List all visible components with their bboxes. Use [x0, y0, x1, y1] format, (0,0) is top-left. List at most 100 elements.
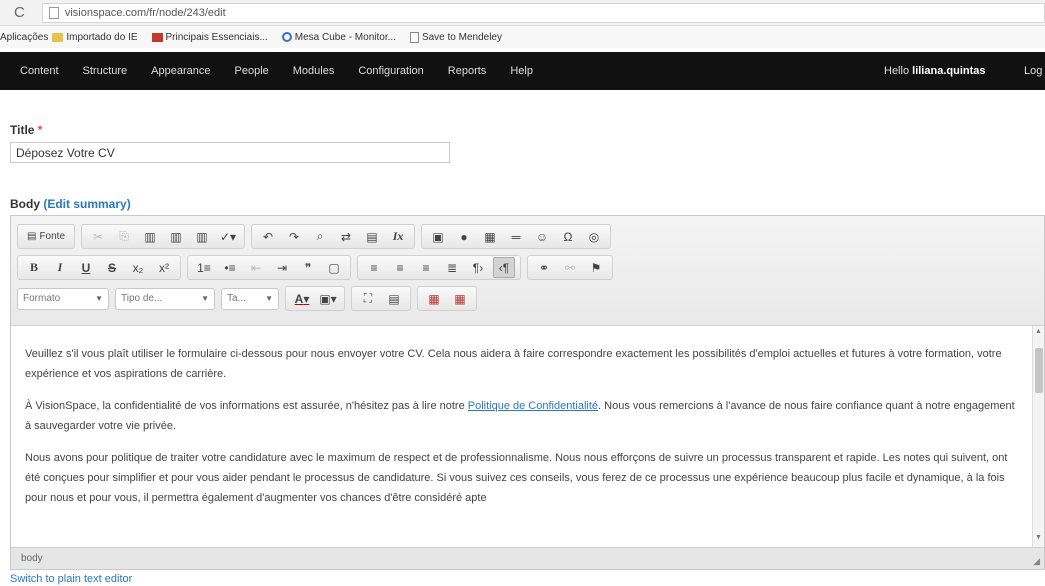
format-combo[interactable]: Formato ▼ [17, 287, 109, 310]
select-all-button[interactable]: ▤ [361, 226, 383, 247]
cut-button[interactable]: ✂ [87, 226, 109, 247]
globe-icon [281, 32, 292, 42]
hr-button[interactable]: ═ [505, 226, 527, 247]
url-input[interactable]: visionspace.com/fr/node/243/edit [41, 2, 1045, 23]
bold-button[interactable]: B [23, 257, 45, 278]
remove-format-button[interactable]: Ix [387, 226, 409, 247]
table-button[interactable]: ▦ [479, 226, 501, 247]
subscript-button[interactable]: x₂ [127, 257, 149, 278]
bookmark-mendeley[interactable]: Save to Mendeley [409, 31, 502, 43]
username-link[interactable]: liliana.quintas [912, 65, 985, 77]
content-paragraph-3: Nous avons pour politique de traiter vot… [25, 452, 1008, 504]
undo-button[interactable]: ↶ [257, 226, 279, 247]
rtl-button[interactable]: ‹¶ [493, 257, 515, 278]
privacy-policy-link[interactable]: Politique de Confidentialité [468, 400, 598, 412]
maximize-button[interactable]: ⛶ [357, 288, 379, 309]
toolbar-item-help[interactable]: Help [510, 65, 533, 77]
toolbar-item-configuration[interactable]: Configuration [358, 65, 423, 77]
rich-text-editor: ▤ Fonte ✂ ⎘ ▥ ▥ ▥ ✓▾ ↶ ↷ ⌕ ⇄ ▤ Ix ▣ ● ▦ … [10, 215, 1045, 570]
editor-toolbar: ▤ Fonte ✂ ⎘ ▥ ▥ ▥ ✓▾ ↶ ↷ ⌕ ⇄ ▤ Ix ▣ ● ▦ … [11, 216, 1044, 326]
title-label-text: Title [10, 123, 35, 137]
text-color-button[interactable]: A ▾ [291, 288, 313, 309]
align-left-button[interactable]: ≡ [363, 257, 385, 278]
size-combo[interactable]: Ta... ▼ [221, 287, 279, 310]
logout-link[interactable]: Log [1024, 65, 1042, 77]
smiley-button[interactable]: ☺ [531, 226, 553, 247]
bookmark-imported[interactable]: Importado do IE [52, 32, 138, 43]
justify-button[interactable]: ≣ [441, 257, 463, 278]
edit-summary-link[interactable]: (Edit summary) [43, 197, 130, 211]
replace-button[interactable]: ⇄ [335, 226, 357, 247]
toolbar-group-insert: ▣ ● ▦ ═ ☺ Ω ◎ [421, 224, 612, 249]
switch-plain-text-link[interactable]: Switch to plain text editor [10, 573, 132, 585]
underline-button[interactable]: U [75, 257, 97, 278]
unlink-button[interactable]: ⚯ [559, 257, 581, 278]
size-combo-label: Ta... [227, 293, 246, 304]
align-right-button[interactable]: ≡ [415, 257, 437, 278]
blockquote-button[interactable]: ❞ [297, 257, 319, 278]
flash-button[interactable]: ● [453, 226, 475, 247]
user-greeting: Hello liliana.quintas [884, 65, 986, 77]
numbered-list-button[interactable]: 1≡ [193, 257, 215, 278]
copy-button[interactable]: ⎘ [113, 226, 135, 247]
toolbar-item-people[interactable]: People [235, 65, 269, 77]
toolbar-group-paragraph: 1≡ •≡ ⇤ ⇥ ❞ ▢ [187, 255, 351, 280]
bg-color-button[interactable]: ▣ ▾ [317, 288, 339, 309]
paste-word-button[interactable]: ▥ [191, 226, 213, 247]
indent-button[interactable]: ⇥ [271, 257, 293, 278]
content-paragraph-1: Veuillez s'il vous plaît utiliser le for… [25, 348, 1002, 380]
toolbar-item-reports[interactable]: Reports [448, 65, 487, 77]
editor-content-area[interactable]: Veuillez s'il vous plaît utiliser le for… [11, 326, 1032, 547]
template-button-1[interactable]: ▦ [423, 288, 445, 309]
content-paragraph-2: À VisionSpace, la confidentialité de vos… [25, 396, 1018, 436]
ltr-button[interactable]: ¶› [467, 257, 489, 278]
scroll-down-icon[interactable]: ▼ [1035, 534, 1042, 541]
toolbar-group-clipboard: ✂ ⎘ ▥ ▥ ▥ ✓▾ [81, 224, 246, 249]
scrollbar-thumb[interactable] [1035, 348, 1043, 393]
hello-prefix: Hello [884, 65, 910, 77]
browser-address-bar: C visionspace.com/fr/node/243/edit [0, 0, 1045, 26]
page-icon [48, 6, 59, 19]
strike-button[interactable]: S [101, 257, 123, 278]
bookmark-label: Save to Mendeley [421, 31, 502, 43]
title-input[interactable] [10, 142, 450, 163]
font-combo[interactable]: Tipo de... ▼ [115, 287, 215, 310]
toolbar-item-modules[interactable]: Modules [293, 65, 335, 77]
italic-button[interactable]: I [49, 257, 71, 278]
source-button[interactable]: ▤ Fonte [23, 226, 69, 247]
div-button[interactable]: ▢ [323, 257, 345, 278]
redo-button[interactable]: ↷ [283, 226, 305, 247]
special-char-button[interactable]: Ω [557, 226, 579, 247]
bg-color-icon: ▣ [319, 291, 331, 306]
page-icon [409, 31, 419, 43]
reload-icon[interactable]: C [14, 4, 36, 21]
element-path[interactable]: body [21, 553, 43, 564]
anchor-button[interactable]: ⚑ [585, 257, 607, 278]
bullet-list-button[interactable]: •≡ [219, 257, 241, 278]
spellcheck-button[interactable]: ✓▾ [217, 226, 239, 247]
bookmark-mesa-cube[interactable]: Mesa Cube - Monitor... [281, 32, 396, 43]
image-button[interactable]: ▣ [427, 226, 449, 247]
outdent-button[interactable]: ⇤ [245, 257, 267, 278]
show-blocks-button[interactable]: ▤ [383, 288, 405, 309]
find-button[interactable]: ⌕ [309, 226, 331, 247]
align-center-button[interactable]: ≡ [389, 257, 411, 278]
toolbar-item-content[interactable]: Content [20, 65, 59, 77]
paste-button[interactable]: ▥ [139, 226, 161, 247]
template-button-2[interactable]: ▦ [449, 288, 471, 309]
editor-scrollbar[interactable]: ▲ ▼ [1032, 326, 1044, 547]
folder-icon [52, 32, 64, 42]
scroll-up-icon[interactable]: ▲ [1035, 328, 1042, 335]
toolbar-row-1: ▤ Fonte ✂ ⎘ ▥ ▥ ▥ ✓▾ ↶ ↷ ⌕ ⇄ ▤ Ix ▣ ● ▦ … [17, 222, 1044, 251]
link-button[interactable]: ⚭ [533, 257, 555, 278]
paste-text-button[interactable]: ▥ [165, 226, 187, 247]
bookmark-apps[interactable]: Aplicações [0, 32, 48, 43]
resize-handle-icon[interactable]: ◢ [1033, 556, 1040, 567]
iframe-button[interactable]: ◎ [583, 226, 605, 247]
chevron-down-icon: ▼ [95, 294, 103, 303]
toolbar-item-structure[interactable]: Structure [83, 65, 128, 77]
toolbar-item-appearance[interactable]: Appearance [151, 65, 210, 77]
superscript-button[interactable]: x² [153, 257, 175, 278]
bookmark-principais[interactable]: Principais Essenciais... [151, 32, 268, 43]
toolbar-group-colors: A ▾ ▣ ▾ [285, 286, 345, 311]
